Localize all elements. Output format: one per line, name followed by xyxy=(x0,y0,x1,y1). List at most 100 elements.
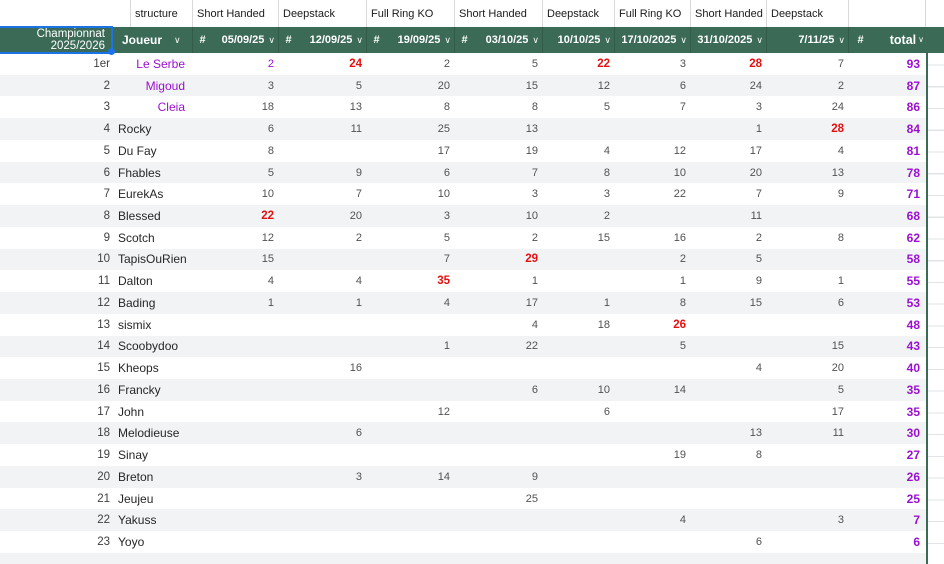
score-cell[interactable]: 18 xyxy=(212,96,278,118)
empty-cell[interactable] xyxy=(454,118,474,140)
score-cell[interactable]: 4 xyxy=(766,140,848,162)
player-name-cell[interactable]: Scoobydoo xyxy=(112,336,192,358)
score-cell[interactable]: 14 xyxy=(386,466,454,488)
empty-cell[interactable] xyxy=(454,249,474,271)
score-cell[interactable]: 28 xyxy=(690,53,766,75)
empty-cell[interactable] xyxy=(278,118,298,140)
empty-cell[interactable] xyxy=(454,205,474,227)
total-cell[interactable]: 53 xyxy=(872,292,926,314)
score-cell[interactable] xyxy=(298,140,366,162)
pos-cell[interactable]: 9 xyxy=(0,227,112,249)
total-cell[interactable]: 30 xyxy=(872,422,926,444)
structure-cell[interactable]: Short Handed xyxy=(192,0,278,27)
empty-cell[interactable] xyxy=(278,314,298,336)
structure-cell[interactable]: Full Ring KO xyxy=(366,0,454,27)
score-cell[interactable]: 20 xyxy=(298,205,366,227)
structure-cell[interactable]: Deepstack xyxy=(766,0,848,27)
score-cell[interactable]: 2 xyxy=(386,53,454,75)
structure-row-label[interactable]: structure xyxy=(130,0,192,27)
empty-cell[interactable] xyxy=(278,531,298,553)
empty-cell[interactable] xyxy=(848,227,872,249)
score-cell[interactable] xyxy=(766,531,848,553)
chevron-down-icon[interactable]: ∨ xyxy=(604,35,611,45)
empty-cell[interactable] xyxy=(366,466,386,488)
player-name-cell[interactable]: Le Serbe xyxy=(112,53,192,75)
player-name-cell[interactable]: Yoyo xyxy=(112,531,192,553)
empty-cell[interactable] xyxy=(366,183,386,205)
score-cell[interactable]: 10 xyxy=(542,379,614,401)
score-cell[interactable]: 14 xyxy=(614,379,690,401)
total-cell[interactable]: 68 xyxy=(872,205,926,227)
score-cell[interactable]: 3 xyxy=(614,53,690,75)
score-cell[interactable] xyxy=(212,336,278,358)
score-cell[interactable]: 8 xyxy=(474,96,542,118)
structure-cell[interactable]: Deepstack xyxy=(542,0,614,27)
score-cell[interactable]: 2 xyxy=(212,53,278,75)
chevron-down-icon[interactable]: ∨ xyxy=(268,35,275,45)
empty-cell[interactable] xyxy=(366,357,386,379)
score-cell[interactable]: 2 xyxy=(766,75,848,97)
score-cell[interactable] xyxy=(690,509,766,531)
empty-cell[interactable] xyxy=(192,336,212,358)
selection-handle[interactable] xyxy=(108,48,115,55)
score-cell[interactable] xyxy=(298,531,366,553)
empty-cell[interactable] xyxy=(278,227,298,249)
score-cell[interactable]: 8 xyxy=(766,227,848,249)
score-cell[interactable]: 6 xyxy=(614,75,690,97)
player-name-cell[interactable]: sismix xyxy=(112,314,192,336)
score-cell[interactable] xyxy=(298,509,366,531)
score-cell[interactable]: 1 xyxy=(766,270,848,292)
player-name-cell[interactable]: Scotch xyxy=(112,227,192,249)
player-name-cell[interactable]: Migoud xyxy=(112,75,192,97)
score-cell[interactable] xyxy=(386,314,454,336)
score-cell[interactable]: 6 xyxy=(298,422,366,444)
empty-cell[interactable] xyxy=(848,401,872,423)
empty-cell[interactable] xyxy=(454,140,474,162)
empty-cell[interactable] xyxy=(366,509,386,531)
score-cell[interactable]: 8 xyxy=(542,162,614,184)
score-cell[interactable]: 10 xyxy=(474,205,542,227)
date-header-cell[interactable]: 17/10/2025 ∨ xyxy=(614,27,690,53)
score-cell[interactable]: 9 xyxy=(298,162,366,184)
score-cell[interactable] xyxy=(474,531,542,553)
empty-cell[interactable] xyxy=(366,75,386,97)
score-cell[interactable]: 2 xyxy=(614,249,690,271)
pos-cell[interactable]: 18 xyxy=(0,422,112,444)
empty-cell[interactable] xyxy=(454,379,474,401)
player-name-cell[interactable]: Rocky xyxy=(112,118,192,140)
structure-cell[interactable]: Short Handed xyxy=(690,0,766,27)
score-cell[interactable]: 12 xyxy=(542,75,614,97)
score-cell[interactable]: 20 xyxy=(386,75,454,97)
pos-cell[interactable]: 16 xyxy=(0,379,112,401)
empty-cell[interactable] xyxy=(278,292,298,314)
date-header-cell[interactable]: 19/09/25 ∨ xyxy=(386,27,454,53)
empty-cell[interactable] xyxy=(278,96,298,118)
empty-cell[interactable] xyxy=(278,336,298,358)
empty-cell[interactable] xyxy=(278,422,298,444)
empty-cell[interactable] xyxy=(192,314,212,336)
empty-cell[interactable] xyxy=(278,379,298,401)
score-cell[interactable] xyxy=(542,336,614,358)
score-cell[interactable]: 8 xyxy=(386,96,454,118)
pos-cell[interactable]: 2 xyxy=(0,75,112,97)
score-cell[interactable]: 2 xyxy=(542,205,614,227)
pos-cell[interactable]: 20 xyxy=(0,466,112,488)
empty-cell[interactable] xyxy=(366,379,386,401)
empty-cell[interactable] xyxy=(848,140,872,162)
score-cell[interactable] xyxy=(614,205,690,227)
chevron-down-icon[interactable]: ∨ xyxy=(532,35,539,45)
empty-cell[interactable] xyxy=(454,466,474,488)
empty-cell[interactable] xyxy=(848,336,872,358)
score-cell[interactable]: 1 xyxy=(298,292,366,314)
score-cell[interactable] xyxy=(386,379,454,401)
score-cell[interactable]: 18 xyxy=(542,314,614,336)
score-cell[interactable]: 6 xyxy=(386,162,454,184)
score-cell[interactable]: 10 xyxy=(212,183,278,205)
empty-cell[interactable] xyxy=(192,488,212,510)
empty-cell[interactable] xyxy=(848,314,872,336)
player-name-cell[interactable]: Francky xyxy=(112,379,192,401)
empty-cell[interactable] xyxy=(278,205,298,227)
empty-cell[interactable] xyxy=(192,205,212,227)
score-cell[interactable] xyxy=(212,422,278,444)
score-cell[interactable]: 9 xyxy=(474,466,542,488)
